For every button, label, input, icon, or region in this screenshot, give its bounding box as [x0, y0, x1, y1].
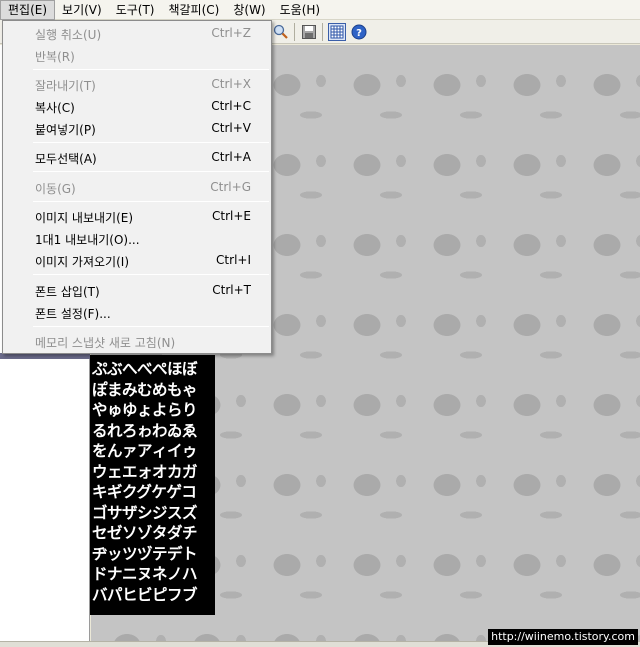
menu-item-shortcut: Ctrl+Z [211, 26, 251, 40]
menu-item-move[interactable]: 이동(G) Ctrl+G [3, 176, 271, 198]
glyph-row: るれろゎわゐゑ [92, 421, 198, 440]
menu-item-paste[interactable]: 붙여넣기(P) Ctrl+V [3, 117, 271, 139]
menu-separator [33, 201, 269, 202]
menu-separator [33, 326, 269, 327]
glyph-row: キギクグケゲコ [92, 483, 197, 501]
menu-item-shortcut: Ctrl+A [211, 150, 251, 164]
glyph-row: バパヒビピフブ [92, 585, 198, 604]
glyph-sheet[interactable]: ぷぶへべぺほぼ ぽまみむめもゃ やゅゆょよらり るれろゎわゐゑ をんァアィイゥ … [90, 355, 215, 615]
menu-item-shortcut: Ctrl+G [210, 180, 251, 194]
menu-item-insert-font[interactable]: 폰트 삽입(T) Ctrl+T [3, 279, 271, 301]
menu-help[interactable]: 도움(H) [273, 0, 327, 20]
menu-tools[interactable]: 도구(T) [109, 0, 162, 20]
menu-edit[interactable]: 편집(E) [0, 0, 56, 20]
menu-bar: 편집(E) 보기(V) 도구(T) 책갈피(C) 창(W) 도움(H) [0, 0, 640, 20]
glyph-row: をんァアィイゥ [92, 442, 198, 460]
menu-item-label: 이미지 가져오기(I) [35, 255, 129, 269]
glyph-row: ドナニヌネノハ [92, 565, 198, 583]
watermark: http://wiinemo.tistory.com [488, 629, 638, 645]
menu-item-redo[interactable]: 반복(R) [3, 44, 271, 66]
menu-item-label: 폰트 설정(F)... [35, 307, 111, 321]
menu-separator [33, 171, 269, 172]
menu-item-label: 복사(C) [35, 101, 75, 115]
menu-item-select-all[interactable]: 모두선택(A) Ctrl+A [3, 146, 271, 168]
glyph-row: やゅゆょよらり [92, 401, 198, 419]
menu-separator [33, 274, 269, 275]
menu-item-label: 폰트 삽입(T) [35, 285, 100, 299]
menu-item-label: 이미지 내보내기(E) [35, 211, 134, 225]
menu-item-shortcut: Ctrl+X [211, 77, 251, 91]
zoom-icon[interactable] [272, 23, 290, 41]
save-icon[interactable] [300, 23, 318, 41]
menu-item-label: 이동(G) [35, 182, 76, 196]
menu-item-font-settings[interactable]: 폰트 설정(F)... [3, 301, 271, 323]
menu-item-export-image[interactable]: 이미지 내보내기(E) Ctrl+E [3, 205, 271, 227]
menu-item-label: 잘라내기(T) [35, 79, 96, 93]
menu-item-cut[interactable]: 잘라내기(T) Ctrl+X [3, 73, 271, 95]
glyph-row: ぽまみむめもゃ [92, 380, 198, 399]
toolbar-separator [322, 23, 323, 41]
glyph-row: ヂッツヅテデト [92, 544, 198, 563]
edit-menu-dropdown: 실행 취소(U) Ctrl+Z 반복(R) 잘라내기(T) Ctrl+X 복사(… [2, 20, 272, 354]
menu-item-copy[interactable]: 복사(C) Ctrl+C [3, 95, 271, 117]
glyph-row: ぷぶへべぺほぼ [92, 360, 198, 378]
grid-icon[interactable] [328, 23, 346, 41]
menu-item-shortcut: Ctrl+C [211, 99, 251, 113]
menu-item-shortcut: Ctrl+E [212, 209, 251, 223]
menu-window[interactable]: 창(W) [226, 0, 272, 20]
menu-item-undo[interactable]: 실행 취소(U) Ctrl+Z [3, 22, 271, 44]
menu-separator [33, 142, 269, 143]
menu-bookmarks[interactable]: 책갈피(C) [161, 0, 226, 20]
menu-item-export-1to1[interactable]: 1대1 내보내기(O)... [3, 227, 271, 249]
menu-item-label: 실행 취소(U) [35, 28, 102, 42]
menu-item-import-image[interactable]: 이미지 가져오기(I) Ctrl+I [3, 249, 271, 271]
menu-item-label: 메모리 스냅샷 새로 고침(N) [35, 336, 176, 350]
glyph-row: セゼソゾタダチ [92, 524, 198, 542]
menu-item-shortcut: Ctrl+T [212, 283, 251, 297]
menu-item-shortcut: Ctrl+V [211, 121, 251, 135]
menu-item-label: 붙여넣기(P) [35, 123, 96, 137]
toolbar-separator [294, 23, 295, 41]
glyph-row: ウェエォオカガ [92, 462, 198, 481]
glyph-row: ゴサザシジスズ [92, 503, 198, 522]
svg-text:?: ? [356, 28, 362, 39]
menu-item-label: 1대1 내보내기(O)... [35, 233, 140, 247]
menu-view[interactable]: 보기(V) [55, 0, 109, 20]
help-icon[interactable]: ? [350, 23, 368, 41]
menu-item-refresh-snapshot[interactable]: 메모리 스냅샷 새로 고침(N) [3, 330, 271, 352]
menu-separator [33, 69, 269, 70]
menu-item-label: 모두선택(A) [35, 152, 97, 166]
menu-item-label: 반복(R) [35, 50, 75, 64]
menu-item-shortcut: Ctrl+I [216, 253, 251, 267]
